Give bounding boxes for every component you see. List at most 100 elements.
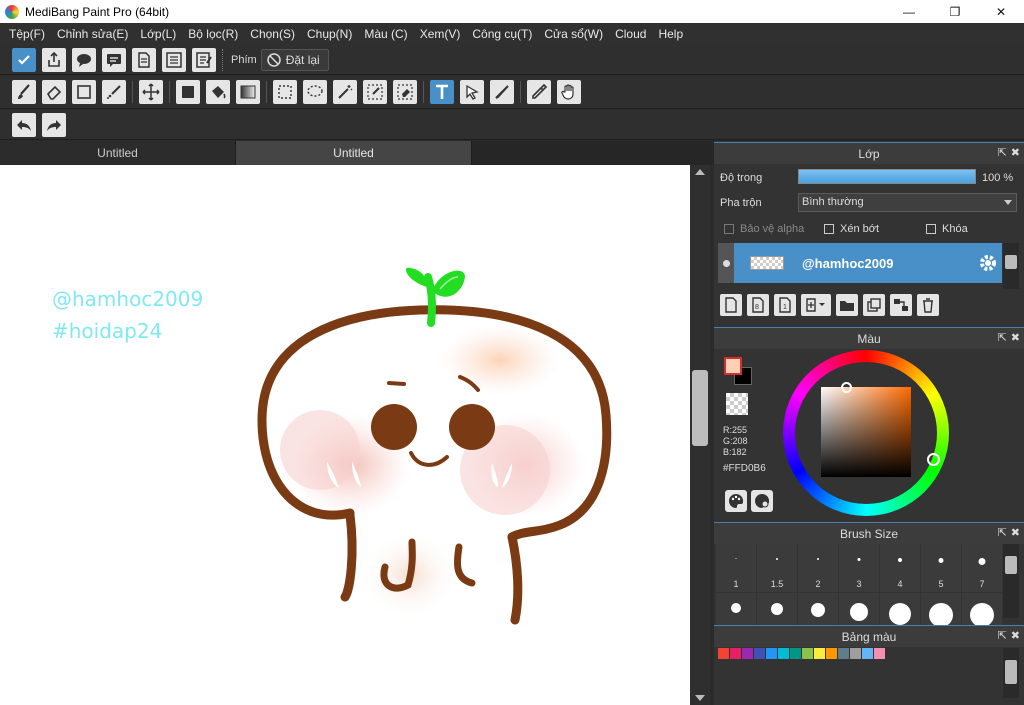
scroll-thumb[interactable] — [692, 370, 708, 446]
brush-size-item[interactable]: 4 — [880, 544, 920, 592]
palette-settings-icon[interactable] — [751, 490, 773, 512]
panel-popout-icon[interactable]: ⇱ — [998, 526, 1007, 539]
close-button[interactable]: ✕ — [978, 0, 1024, 23]
page-icon[interactable] — [132, 47, 156, 72]
palette-color-swatch[interactable] — [718, 648, 729, 659]
magic-wand-icon[interactable] — [333, 80, 357, 104]
layer-item[interactable]: @hamhoc2009 — [718, 243, 1002, 283]
transparent-color-swatch[interactable] — [726, 393, 748, 415]
menu-layer[interactable]: Lớp(L) — [134, 23, 182, 45]
divide-pen-icon[interactable] — [490, 80, 514, 104]
palette-color-swatch[interactable] — [742, 648, 753, 659]
palette-color-swatch[interactable] — [838, 648, 849, 659]
brush-icon[interactable] — [12, 80, 36, 104]
text-tool-icon[interactable] — [430, 80, 454, 104]
palette-icon[interactable] — [725, 490, 747, 512]
scroll-thumb[interactable] — [1005, 660, 1017, 684]
palette-color-swatch[interactable] — [874, 648, 885, 659]
menu-help[interactable]: Help — [652, 23, 689, 45]
panel-list-icon[interactable] — [162, 47, 186, 72]
move-icon[interactable] — [139, 80, 163, 104]
brush-size-item[interactable]: 1 — [716, 544, 756, 592]
hand-icon[interactable] — [557, 80, 581, 104]
folder-icon[interactable] — [836, 294, 858, 316]
new-8bit-layer-icon[interactable]: 8 — [747, 294, 769, 316]
eyedropper-icon[interactable] — [527, 80, 551, 104]
menu-file[interactable]: Tệp(F) — [3, 23, 51, 45]
visibility-icon[interactable] — [718, 243, 734, 283]
lock-checkbox[interactable]: Khóa — [926, 223, 968, 235]
fill-rect-icon[interactable] — [176, 80, 200, 104]
foreground-color-swatch[interactable] — [724, 357, 742, 375]
menu-cloud[interactable]: Cloud — [609, 23, 652, 45]
comment-box-icon[interactable] — [102, 47, 126, 72]
menu-edit[interactable]: Chỉnh sửa(E) — [51, 23, 134, 45]
menu-window[interactable]: Cửa sổ(W) — [538, 23, 609, 45]
palette-scrollbar[interactable] — [1003, 648, 1019, 698]
delete-layer-icon[interactable] — [917, 294, 939, 316]
brush-size-item[interactable]: 2 — [798, 544, 838, 592]
panel-popout-icon[interactable]: ⇱ — [998, 629, 1007, 642]
merge-layer-icon[interactable] — [890, 294, 912, 316]
menu-snap[interactable]: Chụp(N) — [301, 23, 358, 45]
undo-icon[interactable] — [12, 112, 36, 137]
menu-view[interactable]: Xem(V) — [414, 23, 467, 45]
panel-popout-icon[interactable]: ⇱ — [998, 146, 1007, 159]
eraser-icon[interactable] — [42, 80, 66, 104]
add-layer-menu-icon[interactable] — [801, 294, 831, 316]
tab-untitled-2[interactable]: Untitled — [236, 141, 472, 165]
dot-brush-icon[interactable] — [102, 80, 126, 104]
menu-filter[interactable]: Bộ lọc(R) — [182, 23, 244, 45]
reset-button[interactable]: Đặt lại — [260, 48, 329, 71]
scroll-up-icon[interactable] — [695, 169, 705, 175]
brush-size-scrollbar[interactable] — [1003, 544, 1019, 618]
panel-close-icon[interactable]: ✖ — [1011, 146, 1020, 159]
menu-select[interactable]: Chọn(S) — [244, 23, 301, 45]
brush-size-item[interactable]: 3 — [839, 544, 879, 592]
duplicate-layer-icon[interactable] — [863, 294, 885, 316]
select-eraser-icon[interactable] — [393, 80, 417, 104]
palette-color-swatch[interactable] — [850, 648, 861, 659]
palette-color-swatch[interactable] — [754, 648, 765, 659]
palette-color-swatch[interactable] — [778, 648, 789, 659]
opacity-slider[interactable] — [798, 169, 976, 184]
lasso-icon[interactable] — [303, 80, 327, 104]
brush-size-item[interactable]: 1.5 — [757, 544, 797, 592]
rectangle-icon[interactable] — [72, 80, 96, 104]
scroll-thumb[interactable] — [1005, 556, 1017, 574]
speech-bubble-icon[interactable] — [72, 47, 96, 72]
maximize-button[interactable]: ❐ — [932, 0, 978, 23]
brush-size-item[interactable]: 7 — [962, 544, 1002, 592]
tab-untitled-1[interactable]: Untitled — [0, 141, 236, 165]
menu-tools[interactable]: Công cụ(T) — [466, 23, 538, 45]
protect-alpha-checkbox[interactable]: Bảo vệ alpha — [724, 223, 804, 235]
menu-color[interactable]: Màu (C) — [358, 23, 413, 45]
brush-size-item[interactable]: 5 — [921, 544, 961, 592]
panel-close-icon[interactable]: ✖ — [1011, 331, 1020, 344]
scroll-thumb[interactable] — [1005, 255, 1017, 269]
saturation-value-square[interactable] — [821, 387, 911, 477]
minimize-button[interactable]: — — [886, 0, 932, 23]
palette-color-swatch[interactable] — [730, 648, 741, 659]
sv-picker-handle[interactable] — [841, 382, 852, 393]
gear-icon[interactable] — [978, 253, 998, 273]
new-layer-icon[interactable] — [720, 294, 742, 316]
bucket-icon[interactable] — [206, 80, 230, 104]
select-rect-icon[interactable] — [273, 80, 297, 104]
blend-mode-select[interactable]: Bình thường — [798, 193, 1017, 212]
clip-checkbox[interactable]: Xén bớt — [824, 223, 879, 235]
hue-picker-handle[interactable] — [927, 453, 940, 466]
scroll-down-icon[interactable] — [695, 695, 705, 701]
palette-color-swatch[interactable] — [862, 648, 873, 659]
panel-popout-icon[interactable]: ⇱ — [998, 331, 1007, 344]
drawing-canvas[interactable]: @hamhoc2009 #hoidap24 — [0, 165, 690, 705]
new-1bit-layer-icon[interactable]: 1 — [774, 294, 796, 316]
toolbar-grip[interactable] — [222, 48, 225, 71]
palette-color-swatch[interactable] — [814, 648, 825, 659]
redo-icon[interactable] — [42, 112, 66, 137]
operation-icon[interactable] — [460, 80, 484, 104]
check-icon[interactable] — [12, 47, 36, 72]
panel-close-icon[interactable]: ✖ — [1011, 526, 1020, 539]
select-pen-icon[interactable] — [363, 80, 387, 104]
palette-color-swatch[interactable] — [790, 648, 801, 659]
